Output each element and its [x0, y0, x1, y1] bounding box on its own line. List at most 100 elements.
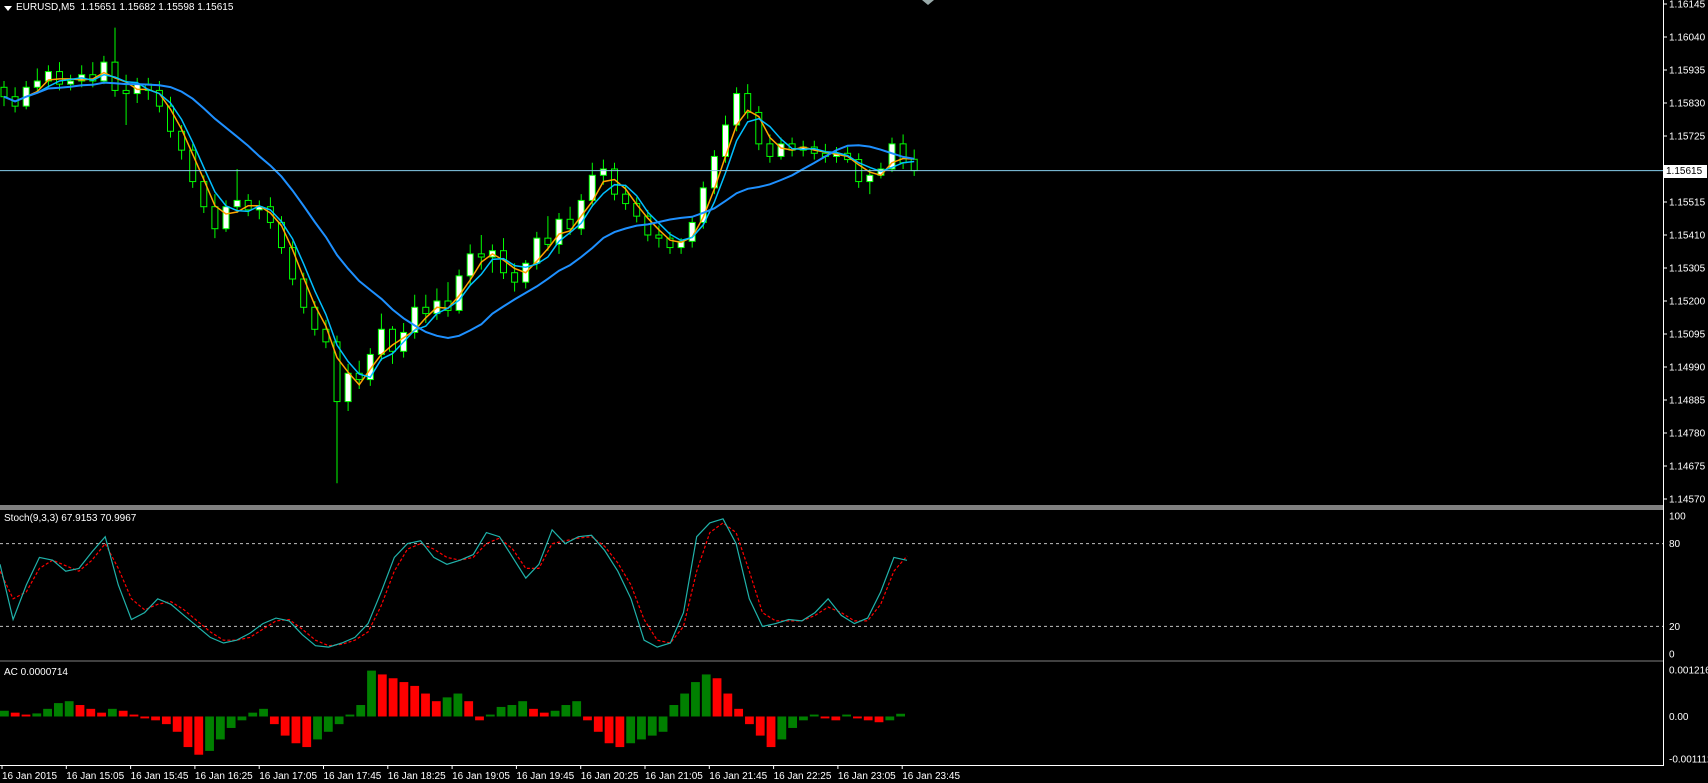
ac-bar	[518, 701, 528, 717]
candle-body	[67, 80, 75, 85]
ac-bar	[140, 716, 150, 719]
ac-bar	[302, 716, 312, 748]
ac-bar	[496, 706, 506, 717]
ac-bar	[291, 716, 301, 744]
ac-bar	[453, 693, 463, 717]
candle-body	[544, 237, 552, 245]
ac-bar	[485, 714, 495, 717]
ac-bar	[734, 708, 744, 717]
time-axis-label: 16 Jan 15:45	[131, 771, 189, 782]
ac-bar	[118, 710, 128, 717]
candle-body	[655, 234, 663, 239]
candle-body	[33, 80, 41, 88]
price-axis-label: 1.14990	[1669, 363, 1706, 374]
stoch-signal-line	[0, 522, 908, 647]
candle-body	[0, 86, 8, 98]
ac-bar	[874, 716, 884, 723]
price-axis-label: 1.15515	[1669, 198, 1706, 209]
ac-bar	[194, 716, 204, 755]
ac-bar	[593, 716, 603, 732]
panel-separator	[0, 505, 1664, 510]
time-axis-label: 16 Jan 20:25	[581, 771, 639, 782]
candle-body	[599, 168, 607, 176]
ac-bar	[658, 716, 668, 732]
ma-fast-line	[3, 71, 915, 387]
stoch-axis-label: 0	[1669, 650, 1675, 661]
ac-bar	[712, 678, 722, 717]
time-axis-label: 16 Jan 15:05	[66, 771, 124, 782]
ac-bar	[755, 716, 765, 736]
ac-bar	[745, 716, 754, 725]
ac-bar	[345, 714, 355, 717]
candle-body	[866, 174, 874, 183]
price-axis-label: 1.15935	[1669, 66, 1706, 77]
ac-label: AC 0.0000714	[4, 667, 68, 678]
ac-bar	[431, 701, 441, 717]
time-axis-label: 16 Jan 16:25	[195, 771, 253, 782]
price-axis-label: 1.15410	[1669, 231, 1706, 242]
ac-bar	[853, 716, 862, 719]
ac-bar	[572, 701, 582, 717]
candle-body	[377, 328, 385, 355]
stochastic-label: Stoch(9,3,3) 67.9153 70.9967	[4, 513, 137, 524]
price-axis-label: 1.15200	[1669, 297, 1706, 308]
candle-body	[100, 61, 108, 82]
ac-bar	[680, 693, 690, 717]
ac-bar	[885, 716, 895, 721]
ac-bar	[53, 703, 63, 717]
ac-bar	[172, 716, 182, 732]
price-axis-label: 1.15830	[1669, 99, 1706, 110]
ac-bar	[313, 716, 322, 740]
ac-bar	[583, 716, 592, 721]
ac-bar	[107, 708, 117, 717]
price-axis-label: 1.15095	[1669, 330, 1706, 341]
ac-bar	[647, 716, 657, 736]
axes: 1.16145 1.16040 1.15935 1.15830 1.15725 1.156…	[0, 0, 1708, 782]
chart-stage: 1.16145 1.16040 1.15935 1.15830 1.15725 1.156…	[0, 0, 1708, 782]
ac-bar	[550, 710, 560, 717]
ac-bar	[334, 716, 344, 725]
stochastic-panel[interactable]	[0, 518, 1663, 648]
ac-bar	[896, 713, 905, 717]
ac-bar	[604, 716, 614, 744]
candle-body	[910, 158, 918, 172]
ac-bar	[539, 712, 549, 717]
ac-bar	[626, 716, 636, 744]
time-axis-label: 16 Jan 21:05	[645, 771, 703, 782]
symbol-menu-icon[interactable]	[4, 6, 12, 11]
ac-bar	[863, 716, 873, 721]
time-axis-label: 16 Jan 17:45	[324, 771, 382, 782]
candle-body	[122, 89, 130, 95]
ac-bar	[97, 712, 106, 717]
ac-bar	[399, 682, 409, 717]
ac-bar	[809, 714, 819, 717]
stoch-main-line	[0, 518, 908, 648]
ac-bar	[637, 716, 646, 740]
ac-bar	[669, 705, 679, 717]
ac-bar	[10, 712, 20, 717]
ac-bar	[723, 693, 733, 717]
time-axis-label: 16 Jan 17:05	[259, 771, 317, 782]
chart-shift-icon[interactable]	[922, 0, 934, 5]
ac-bar	[410, 685, 420, 717]
ac-bar	[129, 714, 139, 717]
ac-bar	[151, 716, 160, 721]
ac-bar	[161, 716, 171, 725]
price-axis-label: 1.16145	[1669, 0, 1706, 11]
ac-axis-label: 0.00	[1669, 712, 1689, 723]
ac-bar	[86, 708, 96, 717]
price-axis-label: 1.16040	[1669, 33, 1706, 44]
candle-body	[389, 328, 396, 352]
candle-body	[511, 272, 519, 283]
ac-bar	[529, 708, 538, 717]
price-panel[interactable]	[0, 27, 1663, 484]
ac-bar	[507, 705, 517, 717]
ac-bar	[259, 708, 268, 717]
symbol-info: EURUSD,M5 1.15651 1.15682 1.15598 1.1561…	[16, 2, 234, 13]
ac-bar	[215, 716, 225, 740]
candle-body	[211, 206, 219, 230]
ac-bar	[388, 678, 398, 717]
ac-bar	[799, 716, 808, 721]
ac-panel[interactable]	[0, 670, 905, 755]
ac-bar	[280, 716, 290, 736]
